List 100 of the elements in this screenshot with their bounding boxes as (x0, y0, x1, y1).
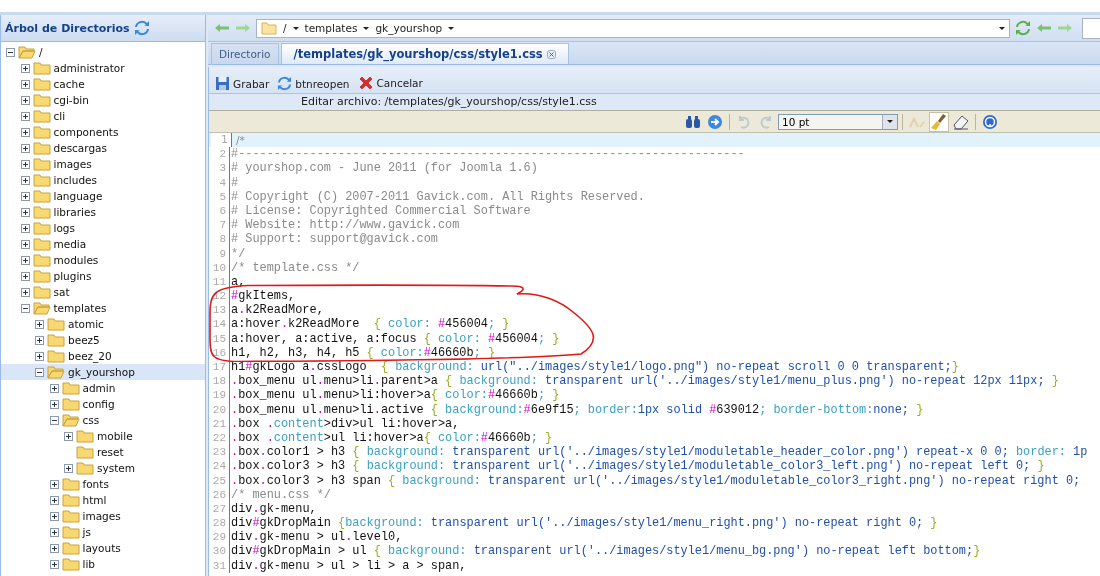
tree-row[interactable]: cache (1, 76, 205, 92)
path-crumb[interactable]: templates (304, 22, 358, 34)
tree-row[interactable]: atomic (1, 316, 205, 332)
toolbar-button[interactable]: Cancelar (355, 75, 425, 91)
expand-icon[interactable] (20, 207, 30, 217)
tree-row[interactable]: components (1, 124, 205, 140)
tree-row[interactable]: beez_20 (1, 348, 205, 364)
expand-icon[interactable] (20, 271, 30, 281)
tree-row[interactable]: css (1, 412, 205, 428)
caret-icon[interactable] (363, 26, 370, 30)
expand-icon[interactable] (49, 543, 59, 553)
tree-row[interactable]: js (1, 524, 205, 540)
expand-icon[interactable] (20, 175, 30, 185)
expand-icon[interactable] (35, 335, 44, 345)
tab[interactable]: /templates/gk_yourshop/css/style1.css (280, 43, 569, 64)
folder-icon (61, 477, 80, 491)
tree-label: cache (53, 78, 85, 90)
tree-row[interactable]: plugins (1, 268, 205, 284)
tree-row[interactable]: descargas (1, 140, 205, 156)
expand-icon[interactable] (20, 159, 30, 169)
tree-row[interactable]: system (1, 460, 205, 476)
close-icon[interactable] (546, 49, 556, 59)
tree-row[interactable]: libraries (1, 204, 205, 220)
dropdown-caret-icon[interactable] (999, 26, 1005, 30)
code-line: div.gk-menu > ul > li > a > span, (230, 558, 467, 573)
tree-row[interactable]: fonts (1, 476, 205, 492)
expand-icon[interactable] (20, 111, 30, 121)
expand-icon[interactable] (49, 495, 59, 505)
expand-icon[interactable] (20, 63, 30, 73)
expand-icon[interactable] (35, 351, 44, 361)
tree-row[interactable]: config (1, 396, 205, 412)
expand-icon[interactable] (35, 319, 44, 329)
refresh-icon[interactable] (133, 20, 150, 36)
expand-icon[interactable] (64, 431, 73, 441)
expand-icon[interactable] (20, 239, 30, 249)
code-line: div.gk-menu, (230, 501, 317, 517)
folder-icon (32, 205, 51, 219)
expand-icon[interactable] (64, 463, 73, 473)
expand-icon[interactable] (20, 287, 30, 297)
tree-row[interactable]: mobile (1, 428, 205, 444)
tree-row[interactable]: layouts (1, 540, 205, 556)
tree-row[interactable]: logs (1, 220, 205, 236)
tree-row[interactable]: images (1, 508, 205, 524)
expand-icon[interactable] (20, 95, 30, 105)
tree-row[interactable]: / (1, 44, 205, 60)
expand-icon[interactable] (49, 479, 59, 489)
expand-icon[interactable] (20, 191, 30, 201)
tree-row[interactable]: cli (1, 108, 205, 124)
tree-row[interactable]: cgi-bin (1, 92, 205, 108)
code-line: # yourshop.com - June 2011 (for Joomla 1.6) (230, 161, 538, 176)
path-crumb[interactable]: gk_yourshop (375, 22, 443, 34)
code-line: # (230, 175, 239, 190)
tree-label: sat (53, 286, 70, 298)
tree-row[interactable]: media (1, 236, 205, 252)
tree-row[interactable]: beez5 (1, 332, 205, 348)
expand-icon[interactable] (49, 559, 59, 569)
path-crumb[interactable]: / (283, 22, 287, 34)
expand-icon[interactable] (20, 223, 30, 233)
code-line: # Support: support@gavick.com (230, 232, 438, 247)
tree-row[interactable]: administrator (1, 60, 205, 76)
font-size-select[interactable]: 10 pt (778, 113, 898, 130)
tree-row[interactable]: includes (1, 172, 205, 188)
tree-row[interactable]: gk_yourshop (1, 364, 205, 380)
tree-row[interactable]: admin (1, 380, 205, 396)
tree-row[interactable]: modules (1, 252, 205, 268)
collapse-icon[interactable] (20, 303, 30, 313)
input-field[interactable] (1082, 17, 1100, 39)
expand-icon[interactable] (49, 399, 59, 409)
expand-icon[interactable] (20, 255, 30, 265)
collapse-icon[interactable] (49, 415, 59, 425)
tree-row[interactable]: html (1, 492, 205, 508)
brush-icon[interactable] (929, 111, 949, 132)
collapse-icon[interactable] (35, 367, 44, 377)
tree-row[interactable]: sat (1, 284, 205, 300)
tree-row[interactable]: reset (1, 444, 205, 460)
collapse-icon[interactable] (6, 47, 15, 57)
code-editor[interactable] (209, 133, 1100, 576)
tree-row[interactable]: language (1, 188, 205, 204)
expand-icon[interactable] (20, 79, 30, 89)
code-line: .box.color1 > h3 { background: transparent url('../images/style1/moduletable_header_color.png') repeat-x 0 0; border: 1p (230, 445, 1088, 460)
code-line: a:hover, a:active, a:focus { color: #456004; } (230, 331, 560, 346)
tree-label: cli (53, 110, 66, 122)
expand-icon[interactable] (49, 527, 59, 537)
code-line: # Copyright (C) 2007-2011 Gavick.com. All Rights Reserved. (230, 189, 645, 204)
expand-icon[interactable] (49, 511, 59, 521)
tree-row[interactable]: images (1, 156, 205, 172)
folder-icon (61, 413, 80, 427)
toolbar-button[interactable]: Grabar (213, 76, 272, 91)
path-field[interactable]: / templates gk_yourshop (256, 18, 1010, 38)
tab[interactable]: Directorio (211, 43, 279, 64)
tree-row[interactable]: templates (1, 300, 205, 316)
toolbar-button[interactable]: btnreopen (275, 76, 352, 91)
expand-icon[interactable] (49, 383, 59, 393)
tree-label: layouts (82, 542, 121, 554)
tree-label: fonts (82, 478, 109, 490)
expand-icon[interactable] (20, 143, 30, 153)
expand-icon[interactable] (20, 127, 30, 137)
tree-row[interactable]: lib (1, 556, 205, 572)
caret-icon[interactable] (448, 26, 455, 30)
caret-icon[interactable] (292, 26, 299, 30)
